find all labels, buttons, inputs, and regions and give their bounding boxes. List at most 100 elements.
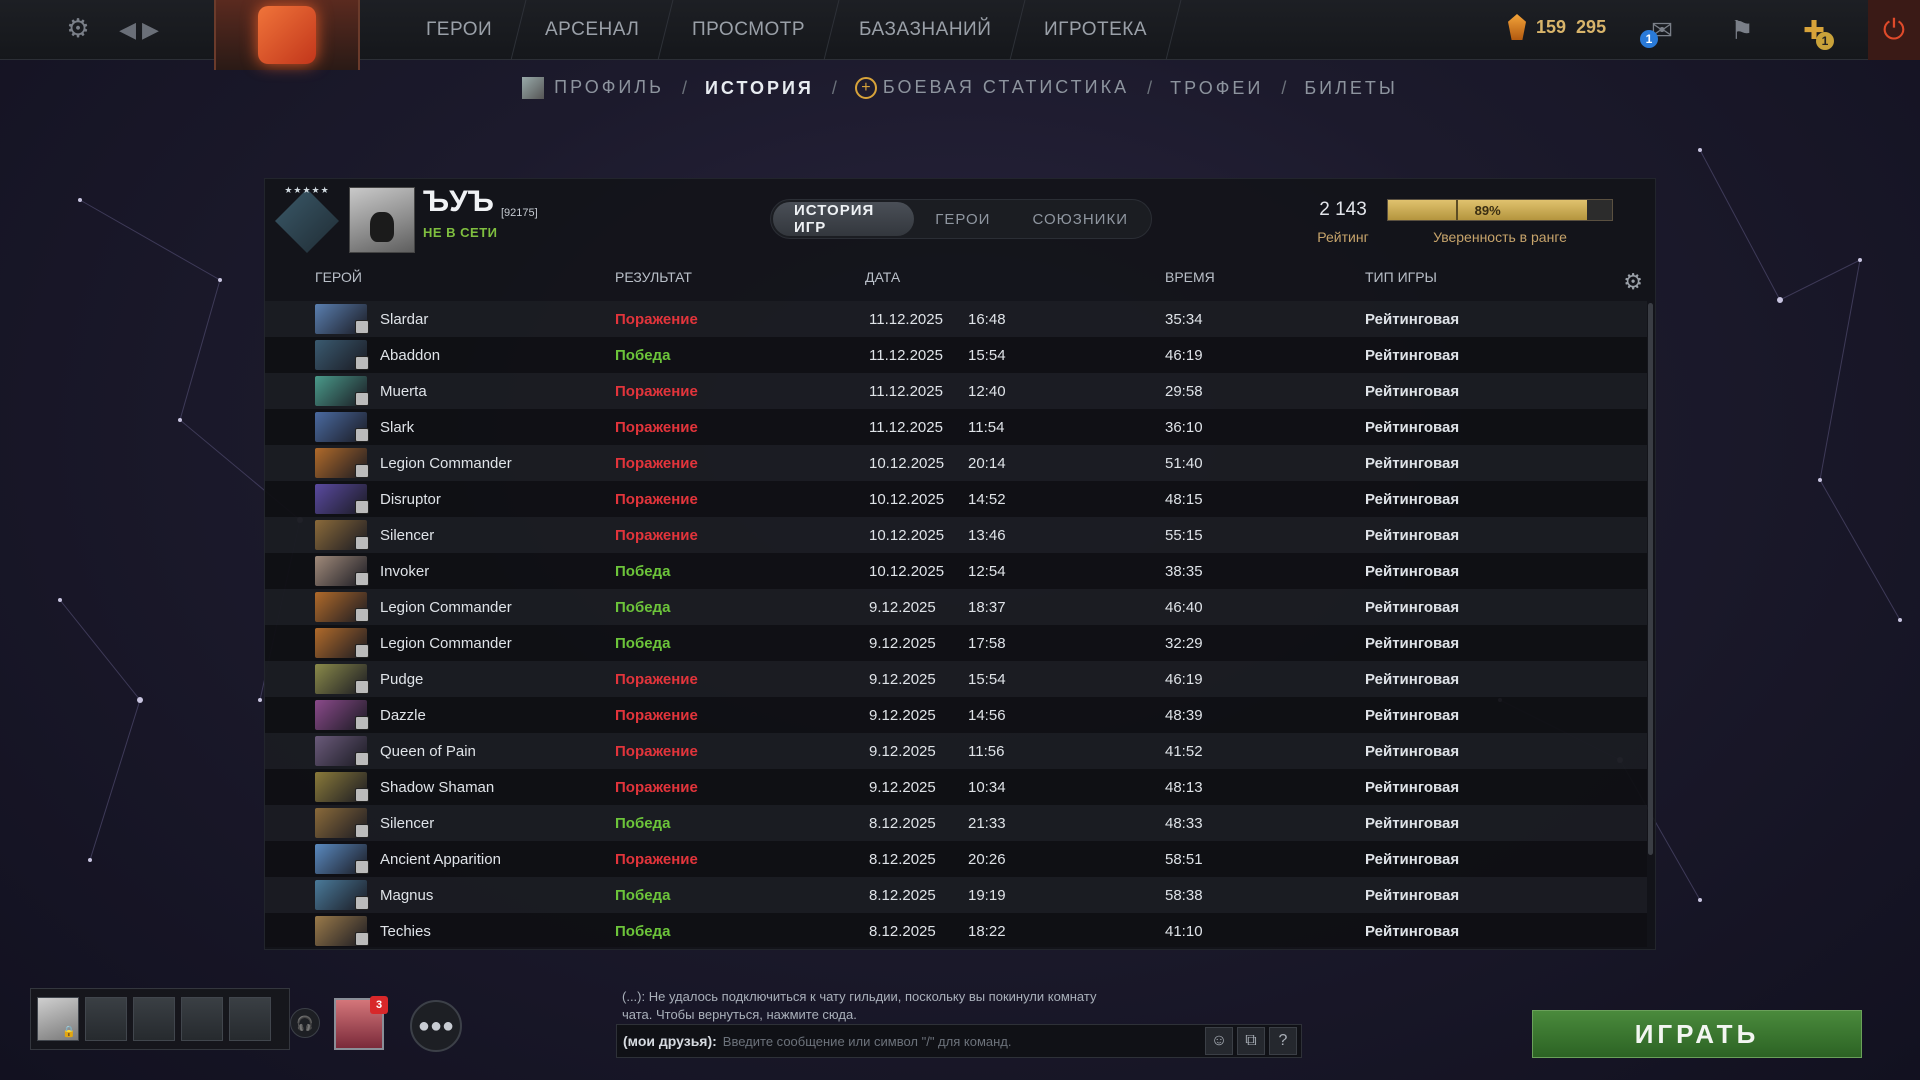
dota-logo-button[interactable] [214,0,360,70]
match-duration: 58:38 [1165,886,1203,904]
subnav-tickets[interactable]: БИЛЕТЫ [1304,78,1398,99]
subnav-history[interactable]: ИСТОРИЯ [705,78,814,99]
match-start-time: 11:56 [968,742,1005,760]
voice-chat-icon[interactable]: 🎧 [290,1008,320,1038]
match-list-scrollbar[interactable] [1648,303,1653,855]
match-hero: Dazzle [380,706,426,724]
party-slot-self[interactable]: 🔒 [37,997,79,1041]
match-row[interactable]: Queen of Pain Поражение 9.12.2025 11:56 41:5… [265,733,1647,769]
dota-logo-icon [258,6,316,64]
col-date[interactable]: ДАТА [865,269,900,285]
hero-role-badge-icon [355,500,369,514]
subnav-battle-stats[interactable]: + БОЕВАЯ СТАТИСТИКА [854,77,1129,100]
match-result: Поражение [615,454,698,472]
match-result: Победа [615,634,671,652]
dota-plus-icon[interactable]: ✚ 1 [1794,10,1834,50]
player-avatar[interactable] [349,187,415,253]
table-settings-gear-icon[interactable]: ⚙ [1623,269,1643,295]
nav-arcade[interactable]: ИГРОТЕКА [1010,0,1182,60]
party-slot-empty[interactable] [133,997,175,1041]
col-hero[interactable]: ГЕРОЙ [315,269,362,285]
col-time[interactable]: ВРЕМЯ [1165,269,1215,285]
match-hero: Invoker [380,562,430,580]
match-row[interactable]: Slark Поражение 11.12.2025 11:54 36:10 Рейтин… [265,409,1647,445]
match-date: 9.12.2025 [869,706,936,724]
match-type: Рейтинговая [1365,526,1460,544]
match-date: 9.12.2025 [869,778,936,796]
match-result: Поражение [615,418,698,436]
nav-arsenal[interactable]: АРСЕНАЛ [511,0,674,60]
chat-notice[interactable]: (...): Не удалось подключиться к чату ги… [622,988,1122,1024]
match-result: Победа [615,922,671,940]
armory-icon[interactable]: ⚑ [1722,10,1762,50]
match-type: Рейтинговая [1365,634,1460,652]
match-type: Рейтинговая [1365,490,1460,508]
tab-allies[interactable]: СОЮЗНИКИ [1011,202,1149,236]
hero-role-badge-icon [355,752,369,766]
match-row[interactable]: Legion Commander Поражение 10.12.2025 20:14… [265,445,1647,481]
match-row[interactable]: Slardar Поражение 11.12.2025 16:48 35:34 Рейт… [265,301,1647,337]
match-row[interactable]: Pudge Поражение 9.12.2025 15:54 46:19 Рейтинг… [265,661,1647,697]
col-game-type[interactable]: ТИП ИГРЫ [1365,269,1437,285]
match-row[interactable]: Ancient Apparition Поражение 8.12.2025 20:2… [265,841,1647,877]
chat-channel[interactable]: (мои друзья): [617,1033,717,1049]
match-row[interactable]: Muerta Поражение 11.12.2025 12:40 29:58 Рейти… [265,373,1647,409]
match-result: Поражение [615,670,698,688]
match-date: 8.12.2025 [869,922,936,940]
hero-role-badge-icon [355,644,369,658]
currency-primary: 159 [1536,16,1567,37]
emoji-icon[interactable]: ☺ [1205,1027,1233,1055]
match-row[interactable]: Legion Commander Победа 9.12.2025 17:58 32:2… [265,625,1647,661]
match-start-time: 10:34 [968,778,1006,796]
subnav-profile[interactable]: ПРОФИЛЬ [522,77,664,100]
match-row[interactable]: Silencer Поражение 10.12.2025 13:46 55:15 Рей… [265,517,1647,553]
match-row[interactable]: Silencer Победа 8.12.2025 21:33 48:33 Рейтинг… [265,805,1647,841]
match-row[interactable]: Techies Победа 8.12.2025 18:22 41:10 Рейтинго… [265,913,1647,947]
party-slot-empty[interactable] [85,997,127,1041]
chat-options-icon[interactable]: ⧉ [1237,1027,1265,1055]
match-hero: Abaddon [380,346,441,364]
back-forward-icon[interactable]: ◀▶ [118,16,166,44]
power-exit-icon[interactable]: ⏻ [1868,0,1920,60]
match-row[interactable]: Invoker Победа 10.12.2025 12:54 38:35 Рейтинг… [265,553,1647,589]
nav-watch[interactable]: ПРОСМОТР [658,0,841,60]
match-start-time: 19:19 [968,886,1006,904]
rank-confidence-label: Уверенность в ранге [1433,229,1567,245]
tab-match-history[interactable]: ИСТОРИЯ ИГР [773,202,915,236]
match-date: 11.12.2025 [869,382,943,400]
match-row[interactable]: Dazzle Поражение 9.12.2025 14:56 48:39 Рейтин… [265,697,1647,733]
match-date: 9.12.2025 [869,598,936,616]
hero-role-badge-icon [355,680,369,694]
tab-heroes[interactable]: ГЕРОИ [914,202,1011,236]
match-row[interactable]: Legion Commander Победа 9.12.2025 18:37 46:4… [265,589,1647,625]
nav-knowledge-base[interactable]: БАЗАЗНАНИЙ [825,0,1026,60]
chat-help-button[interactable]: ? [1269,1027,1297,1055]
match-duration: 48:15 [1165,490,1203,508]
nav-heroes[interactable]: ГЕРОИ [392,0,527,60]
match-result: Поражение [615,490,698,508]
party-slot-empty[interactable] [181,997,223,1041]
match-date: 9.12.2025 [869,670,936,688]
currency-display[interactable]: 159 295 [1508,14,1606,40]
friends-avatar-button[interactable]: 3 [334,996,388,1050]
match-hero: Legion Commander [380,634,512,652]
match-row[interactable]: Abaddon Победа 11.12.2025 15:54 46:19 Рейтинг… [265,337,1647,373]
subnav-separator: / [681,77,687,98]
match-row[interactable]: Magnus Победа 8.12.2025 19:19 58:38 Рейтингов… [265,877,1647,913]
groups-icon[interactable]: ●●● [410,1000,462,1052]
match-start-time: 15:54 [968,346,1006,364]
party-slot-empty[interactable] [229,997,271,1041]
match-hero: Legion Commander [380,598,512,616]
match-history-panel: ★★★★★ ЪУЪ [92175] НЕ В СЕТИ ИСТОРИЯ ИГР … [264,178,1656,950]
match-result: Победа [615,886,671,904]
col-result[interactable]: РЕЗУЛЬТАТ [615,269,692,285]
match-type: Рейтинговая [1365,922,1460,940]
match-row[interactable]: Shadow Shaman Поражение 9.12.2025 10:34 48:1… [265,769,1647,805]
settings-gear-icon[interactable]: ⚙ [62,12,94,44]
subnav-trophies[interactable]: ТРОФЕИ [1170,78,1263,99]
messages-button[interactable]: ✉ 1 [1640,12,1684,48]
match-row[interactable]: Disruptor Поражение 10.12.2025 14:52 48:15 Ре… [265,481,1647,517]
chat-input[interactable] [716,1033,1205,1049]
play-button[interactable]: ИГРАТЬ [1532,1010,1862,1058]
top-bar: ⚙ ◀▶ ГЕРОИ АРСЕНАЛ ПРОСМОТР БАЗАЗНАНИЙ И… [0,0,1920,70]
